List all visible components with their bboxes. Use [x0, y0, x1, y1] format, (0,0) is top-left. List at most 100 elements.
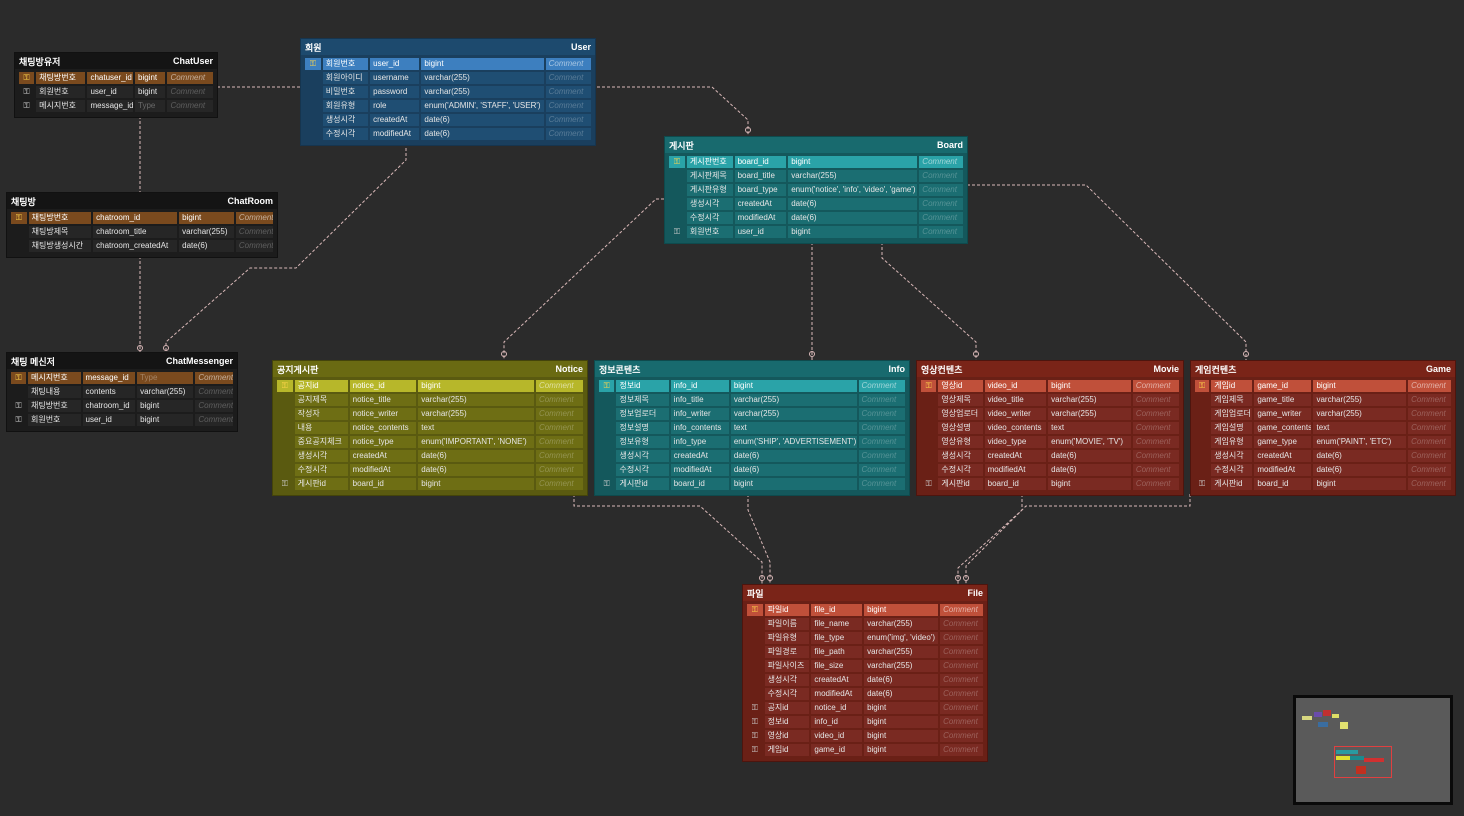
table-chatroom[interactable]: 채팅방 ChatRoom ⚿ 채팅방번호 chatroom_id bigint Commen…: [6, 192, 278, 258]
column-row[interactable]: ⚿ 채팅방번호 chatroom_id bigint Comment: [11, 211, 273, 225]
table-header[interactable]: 게시판 Board: [665, 137, 967, 153]
column-row[interactable]: 게임제목 game_title varchar(255) Comment: [1195, 393, 1452, 407]
column-row[interactable]: ⚿ 공지id notice_id bigint Comment: [747, 701, 983, 715]
table-game[interactable]: 게임컨텐츠 Game ⚿ 게임id game_id bigint Comment 게임제목 ga…: [1190, 360, 1456, 496]
column-korean: 생성시각: [616, 450, 669, 462]
column-row[interactable]: 게임유형 game_type enum('PAINT', 'ETC') Comment: [1195, 435, 1452, 449]
column-row[interactable]: 수정시각 modifiedAt date(6) Comment: [921, 463, 1180, 477]
column-row[interactable]: 채팅방생성시간 chatroom_createdAt date(6) Comment: [11, 239, 273, 253]
column-row[interactable]: ⚿ 파일id file_id bigint Comment: [747, 603, 983, 617]
column-row[interactable]: ⚿ 메시지번호 message_id Type Comment: [11, 371, 234, 385]
column-row[interactable]: 회원아이디 username varchar(255) Comment: [305, 71, 591, 85]
column-row[interactable]: ⚿ 영상id video_id bigint Comment: [747, 729, 983, 743]
column-row[interactable]: ⚿ 채팅방번호 chatroom_id bigint Comment: [11, 399, 234, 413]
minimap[interactable]: [1293, 695, 1453, 805]
column-row[interactable]: ⚿ 정보id info_id bigint Comment: [747, 715, 983, 729]
table-movie[interactable]: 영상컨텐츠 Movie ⚿ 영상id video_id bigint Comment 영상제목…: [916, 360, 1184, 496]
key-slot: [747, 674, 763, 686]
column-row[interactable]: 정보제목 info_title varchar(255) Comment: [599, 393, 905, 407]
column-row[interactable]: 파일이름 file_name varchar(255) Comment: [747, 617, 983, 631]
column-row[interactable]: 작성자 notice_writer varchar(255) Comment: [277, 407, 584, 421]
column-row[interactable]: 게시판제목 board_title varchar(255) Comment: [669, 169, 963, 183]
column-row[interactable]: 비밀번호 password varchar(255) Comment: [305, 85, 591, 99]
table-header[interactable]: 영상컨텐츠 Movie: [917, 361, 1183, 377]
column-row[interactable]: 회원유형 role enum('ADMIN', 'STAFF', 'USER') Co…: [305, 99, 591, 113]
key-slot: [305, 100, 321, 112]
column-row[interactable]: ⚿ 게시판id board_id bigint Comment: [921, 477, 1180, 491]
column-row[interactable]: ⚿ 게임id game_id bigint Comment: [747, 743, 983, 757]
column-row[interactable]: ⚿ 메시지번호 message_id Type Comment: [19, 99, 213, 113]
column-korean: 회원유형: [322, 100, 369, 112]
column-row[interactable]: ⚿ 정보id info_id bigint Comment: [599, 379, 905, 393]
column-row[interactable]: ⚿ 채팅방번호 chatuser_id bigint Comment: [19, 71, 213, 85]
key-slot: [921, 394, 936, 406]
column-row[interactable]: 생성시각 createdAt date(6) Comment: [1195, 449, 1452, 463]
column-row[interactable]: ⚿ 회원번호 user_id bigint Comment: [305, 57, 591, 71]
column-row[interactable]: ⚿ 게시판id board_id bigint Comment: [599, 477, 905, 491]
column-row[interactable]: ⚿ 게시판번호 board_id bigint Comment: [669, 155, 963, 169]
column-row[interactable]: ⚿ 회원번호 user_id bigint Comment: [11, 413, 234, 427]
table-user[interactable]: 회원 User ⚿ 회원번호 user_id bigint Comment 회원아이디 user…: [300, 38, 596, 146]
key-slot: [669, 170, 685, 182]
column-row[interactable]: 정보유형 info_type enum('SHIP', 'ADVERTISEMENT…: [599, 435, 905, 449]
key-slot: [305, 114, 321, 126]
column-row[interactable]: ⚿ 회원번호 user_id bigint Comment: [19, 85, 213, 99]
table-chatuser[interactable]: 채팅방유저 ChatUser ⚿ 채팅방번호 chatuser_id bigint Comm…: [14, 52, 218, 118]
column-row[interactable]: 게임업로더 game_writer varchar(255) Comment: [1195, 407, 1452, 421]
table-notice[interactable]: 공지게시판 Notice ⚿ 공지id notice_id bigint Comment 공지…: [272, 360, 588, 496]
table-header[interactable]: 채팅방 ChatRoom: [7, 193, 277, 209]
column-row[interactable]: ⚿ 영상id video_id bigint Comment: [921, 379, 1180, 393]
crow-foot-marker: [137, 345, 143, 351]
column-row[interactable]: ⚿ 공지id notice_id bigint Comment: [277, 379, 584, 393]
column-row[interactable]: 생성시각 createdAt date(6) Comment: [599, 449, 905, 463]
table-board[interactable]: 게시판 Board ⚿ 게시판번호 board_id bigint Comment 게시판제목…: [664, 136, 968, 244]
column-row[interactable]: 파일경로 file_path varchar(255) Comment: [747, 645, 983, 659]
column-row[interactable]: 정보업로더 info_writer varchar(255) Comment: [599, 407, 905, 421]
column-row[interactable]: 파일유형 file_type enum('img', 'video') Comment: [747, 631, 983, 645]
column-row[interactable]: 영상유형 video_type enum('MOVIE', 'TV') Comment: [921, 435, 1180, 449]
column-row[interactable]: 수정시각 modifiedAt date(6) Comment: [1195, 463, 1452, 477]
column-row[interactable]: 영상업로더 video_writer varchar(255) Comment: [921, 407, 1180, 421]
column-comment: Comment: [1132, 422, 1180, 434]
table-file[interactable]: 파일 File ⚿ 파일id file_id bigint Comment 파일이름 file_…: [742, 584, 988, 762]
table-header[interactable]: 공지게시판 Notice: [273, 361, 587, 377]
column-row[interactable]: ⚿ 게시판id board_id bigint Comment: [277, 477, 584, 491]
column-row[interactable]: 생성시각 createdAt date(6) Comment: [747, 673, 983, 687]
column-row[interactable]: 공지제목 notice_title varchar(255) Comment: [277, 393, 584, 407]
crow-foot-marker: [1243, 351, 1249, 357]
column-row[interactable]: 생성시각 createdAt date(6) Comment: [669, 197, 963, 211]
column-row[interactable]: 영상제목 video_title varchar(255) Comment: [921, 393, 1180, 407]
column-row[interactable]: 수정시각 modifiedAt date(6) Comment: [305, 127, 591, 141]
table-chatmessenger[interactable]: 채팅 메신저 ChatMessenger ⚿ 메시지번호 message_id Type C…: [6, 352, 238, 432]
column-row[interactable]: 게임설명 game_contents text Comment: [1195, 421, 1452, 435]
table-info[interactable]: 정보콘텐츠 Info ⚿ 정보id info_id bigint Comment 정보제목 in…: [594, 360, 910, 496]
table-header[interactable]: 정보콘텐츠 Info: [595, 361, 909, 377]
column-row[interactable]: 게시판유형 board_type enum('notice', 'info', 'v…: [669, 183, 963, 197]
column-row[interactable]: 수정시각 modifiedAt date(6) Comment: [277, 463, 584, 477]
column-row[interactable]: 정보설명 info_contents text Comment: [599, 421, 905, 435]
column-row[interactable]: 중요공지체크 notice_type enum('IMPORTANT', 'NONE…: [277, 435, 584, 449]
column-row[interactable]: ⚿ 회원번호 user_id bigint Comment: [669, 225, 963, 239]
table-header[interactable]: 파일 File: [743, 585, 987, 601]
column-row[interactable]: 수정시각 modifiedAt date(6) Comment: [747, 687, 983, 701]
column-row[interactable]: 파일사이즈 file_size varchar(255) Comment: [747, 659, 983, 673]
column-row[interactable]: 생성시각 createdAt date(6) Comment: [277, 449, 584, 463]
column-row[interactable]: 채팅내용 contents varchar(255) Comment: [11, 385, 234, 399]
column-row[interactable]: ⚿ 게임id game_id bigint Comment: [1195, 379, 1452, 393]
column-row[interactable]: 영상설명 video_contents text Comment: [921, 421, 1180, 435]
table-header[interactable]: 회원 User: [301, 39, 595, 55]
column-row[interactable]: 생성시각 createdAt date(6) Comment: [921, 449, 1180, 463]
column-row[interactable]: 수정시각 modifiedAt date(6) Comment: [599, 463, 905, 477]
column-row[interactable]: 생성시각 createdAt date(6) Comment: [305, 113, 591, 127]
column-type: bigint: [730, 380, 857, 392]
column-row[interactable]: 내용 notice_contents text Comment: [277, 421, 584, 435]
column-korean: 중요공지체크: [294, 436, 348, 448]
column-type: bigint: [1313, 380, 1407, 392]
table-header[interactable]: 채팅 메신저 ChatMessenger: [7, 353, 237, 369]
table-header[interactable]: 게임컨텐츠 Game: [1191, 361, 1455, 377]
column-row[interactable]: 채팅방제목 chatroom_title varchar(255) Comment: [11, 225, 273, 239]
column-row[interactable]: 수정시각 modifiedAt date(6) Comment: [669, 211, 963, 225]
column-row[interactable]: ⚿ 게시판id board_id bigint Comment: [1195, 477, 1452, 491]
table-header[interactable]: 채팅방유저 ChatUser: [15, 53, 217, 69]
column-korean: 정보설명: [616, 422, 669, 434]
